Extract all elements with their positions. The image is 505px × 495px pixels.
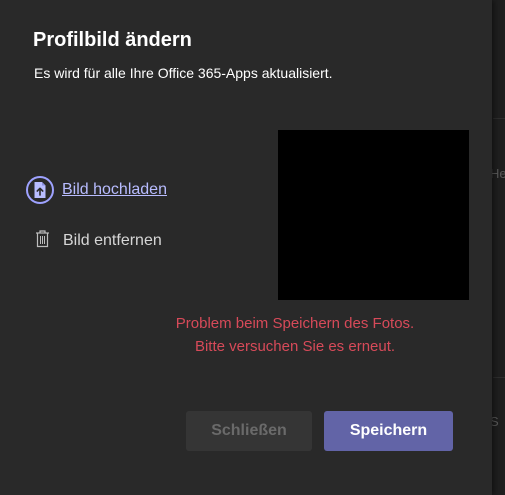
- remove-picture-label[interactable]: Bild entfernen: [63, 232, 162, 250]
- dialog-title: Profilbild ändern: [33, 29, 192, 51]
- background-text: He: [490, 166, 505, 181]
- remove-picture-button[interactable]: Bild entfernen: [35, 229, 162, 253]
- change-profile-picture-dialog: Profilbild ändern Es wird für alle Ihre …: [0, 0, 492, 495]
- background-divider: [493, 377, 505, 378]
- error-line: Problem beim Speichern des Fotos.: [175, 315, 415, 332]
- upload-image-icon: [26, 176, 54, 204]
- upload-picture-button[interactable]: Bild hochladen: [26, 176, 167, 204]
- profile-picture-preview: [278, 130, 469, 300]
- error-line: Bitte versuchen Sie es erneut.: [194, 338, 396, 355]
- dialog-subtitle: Es wird für alle Ihre Office 365-Apps ak…: [34, 65, 333, 81]
- close-button[interactable]: Schließen: [186, 411, 312, 451]
- save-button[interactable]: Speichern: [324, 411, 453, 451]
- upload-picture-label[interactable]: Bild hochladen: [62, 181, 167, 199]
- trash-icon: [35, 229, 50, 253]
- background-divider: [493, 118, 505, 119]
- save-error-message: Problem beim Speichern des Fotos. Bitte …: [150, 312, 440, 358]
